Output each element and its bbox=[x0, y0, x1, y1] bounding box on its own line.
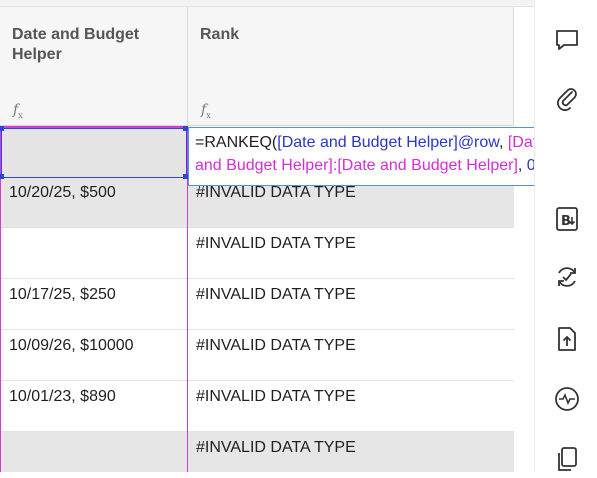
cell-rank[interactable]: #INVALID DATA TYPE bbox=[188, 228, 514, 278]
cell-date-budget[interactable]: 10/17/25, $250 bbox=[0, 279, 188, 329]
table-row[interactable]: 10/09/26, $10000 #INVALID DATA TYPE bbox=[0, 330, 514, 381]
svg-text:B: B bbox=[561, 214, 571, 229]
formula-separator: , bbox=[498, 134, 508, 151]
column-header-rank[interactable]: Rank fx bbox=[188, 7, 514, 126]
cell-date-budget[interactable]: 10/01/23, $890 bbox=[0, 381, 188, 431]
column-header-date-budget[interactable]: Date and Budget Helper fx bbox=[0, 7, 188, 126]
formula-ref-range: and Budget Helper]:[Date and Budget Help… bbox=[195, 157, 518, 174]
formula-editor[interactable]: =RANKEQ([Date and Budget Helper]@row, [D… bbox=[188, 127, 593, 186]
cell-date-budget[interactable]: 10/09/26, $10000 bbox=[0, 330, 188, 380]
upload-icon[interactable] bbox=[553, 325, 581, 353]
table-row[interactable]: #INVALID DATA TYPE bbox=[0, 228, 514, 279]
cell-rank[interactable]: #INVALID DATA TYPE bbox=[188, 279, 514, 329]
cell-date-budget[interactable]: 10/20/25, $500 bbox=[0, 177, 188, 227]
formula-ref-row: [Date and Budget Helper]@row bbox=[277, 134, 499, 151]
formula-column-icon: fx bbox=[201, 102, 211, 120]
range-handle[interactable] bbox=[0, 126, 4, 131]
top-toolbar-edge bbox=[0, 0, 534, 7]
column-title: Date and Budget Helper bbox=[12, 26, 140, 63]
copy-icon[interactable] bbox=[553, 445, 581, 473]
active-cell-reference[interactable] bbox=[1, 128, 187, 178]
formula-column-icon: fx bbox=[13, 102, 23, 120]
range-handle[interactable] bbox=[0, 174, 4, 179]
table-row[interactable]: 10/01/23, $890 #INVALID DATA TYPE bbox=[0, 381, 514, 432]
cell-rank[interactable]: #INVALID DATA TYPE bbox=[188, 432, 514, 472]
comment-icon[interactable] bbox=[553, 26, 581, 54]
automation-icon[interactable] bbox=[553, 263, 581, 291]
cell-rank[interactable]: #INVALID DATA TYPE bbox=[188, 381, 514, 431]
cell-date-budget[interactable] bbox=[0, 228, 188, 278]
right-panel-rail: B bbox=[534, 0, 597, 472]
table-row[interactable]: #INVALID DATA TYPE bbox=[0, 432, 514, 472]
table-row[interactable]: 10/17/25, $250 #INVALID DATA TYPE bbox=[0, 279, 514, 330]
formula-prefix: =RANKEQ( bbox=[195, 134, 278, 151]
sheet-grid: Date and Budget Helper fx Rank fx E 10/2… bbox=[0, 7, 514, 472]
column-title: Rank bbox=[200, 26, 240, 43]
proofing-icon[interactable]: B bbox=[553, 205, 581, 233]
attachment-icon[interactable] bbox=[553, 84, 581, 112]
activity-icon[interactable] bbox=[553, 385, 581, 413]
cell-date-budget[interactable] bbox=[0, 432, 188, 472]
cell-rank[interactable]: #INVALID DATA TYPE bbox=[188, 330, 514, 380]
formula-separator: , bbox=[517, 157, 527, 174]
